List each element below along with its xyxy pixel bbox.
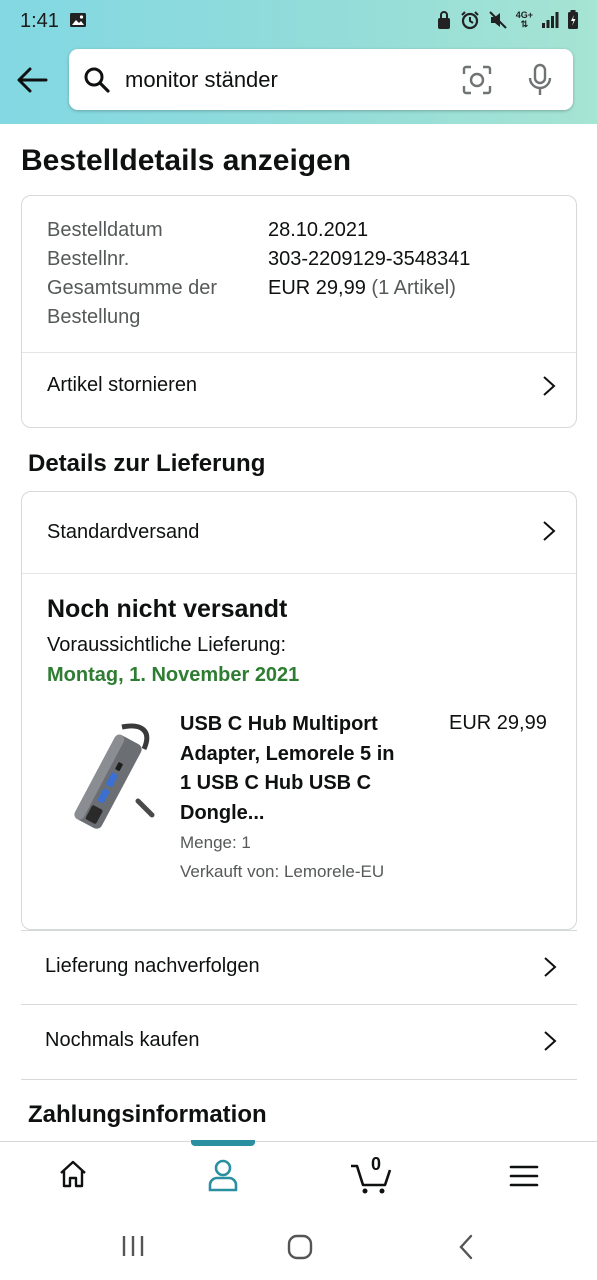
product-title[interactable]: USB C Hub Multiport Adapter, Lemorele 5 … bbox=[180, 710, 430, 828]
cancel-items-row[interactable]: Artikel stornieren bbox=[22, 353, 576, 427]
product-title-line: Dongle... bbox=[180, 801, 265, 824]
order-date-value: 28.10.2021 bbox=[268, 219, 369, 241]
active-tab-indicator bbox=[191, 1140, 255, 1146]
home-button-icon[interactable] bbox=[287, 1234, 313, 1260]
product-title-line: Adapter, Lemorele 5 in bbox=[180, 742, 395, 765]
gallery-notification-icon bbox=[70, 13, 86, 27]
buy-again-row[interactable]: Nochmals kaufen bbox=[21, 1004, 577, 1080]
order-total-amount: EUR 29,99 bbox=[268, 277, 366, 299]
shipping-method-label: Standardversand bbox=[47, 521, 200, 543]
camera-search-icon[interactable] bbox=[462, 65, 492, 95]
microphone-icon[interactable] bbox=[527, 63, 553, 97]
delivery-card: Standardversand Noch nicht versandt Vora… bbox=[21, 491, 577, 930]
order-summary-card: Bestelldatum 28.10.2021 Bestellnr. 303-2… bbox=[21, 195, 577, 428]
search-icon bbox=[84, 67, 110, 93]
order-number-label: Bestellnr. bbox=[47, 248, 130, 270]
status-icons: 4G+ ⇅ bbox=[436, 10, 579, 30]
chevron-right-icon bbox=[544, 1031, 557, 1051]
track-delivery-row[interactable]: Lieferung nachverfolgen bbox=[21, 930, 577, 1005]
eta-label: Voraussichtliche Lieferung: bbox=[47, 634, 287, 656]
order-date-label: Bestelldatum bbox=[47, 219, 163, 241]
chevron-right-icon bbox=[544, 957, 557, 977]
mute-icon bbox=[489, 11, 507, 29]
data-arrows-icon: ⇅ bbox=[520, 19, 529, 29]
bottom-navigation: 0 bbox=[0, 1140, 597, 1212]
cart-button[interactable]: 0 bbox=[350, 1154, 394, 1194]
order-number-value: 303-2209129-3548341 bbox=[268, 248, 471, 270]
product-seller: Verkauft von: Lemorele-EU bbox=[180, 862, 385, 881]
status-time: 1:41 bbox=[20, 10, 59, 32]
page-title: Bestelldetails anzeigen bbox=[21, 144, 352, 177]
alarm-icon bbox=[461, 11, 479, 30]
order-item-count: (1 Artikel) bbox=[371, 277, 456, 299]
system-back-icon[interactable] bbox=[458, 1234, 474, 1260]
delivery-section-title: Details zur Lieferung bbox=[28, 450, 266, 477]
back-arrow-icon[interactable] bbox=[14, 62, 50, 98]
app-header: 1:41 4G+ ⇅ monitor ständer bbox=[0, 0, 597, 124]
alarm-lock-icon bbox=[437, 11, 450, 29]
track-delivery-label: Lieferung nachverfolgen bbox=[45, 955, 260, 977]
chevron-right-icon bbox=[543, 521, 556, 541]
signal-icon bbox=[542, 12, 559, 28]
order-total-label-line1: Gesamtsumme der bbox=[47, 277, 218, 299]
buy-again-label: Nochmals kaufen bbox=[45, 1029, 200, 1051]
search-bar[interactable]: monitor ständer bbox=[69, 49, 573, 110]
order-total-value: EUR 29,99 (1 Artikel) bbox=[268, 274, 456, 303]
chevron-right-icon bbox=[543, 376, 556, 396]
account-icon[interactable] bbox=[207, 1158, 239, 1192]
recent-apps-icon[interactable] bbox=[121, 1235, 145, 1257]
payment-section-title: Zahlungsinformation bbox=[28, 1101, 267, 1128]
network-type: 4G+ ⇅ bbox=[515, 10, 533, 29]
status-bar: 1:41 4G+ ⇅ bbox=[0, 0, 597, 44]
eta-date: Montag, 1. November 2021 bbox=[47, 664, 300, 686]
order-total-label-line2: Bestellung bbox=[47, 306, 141, 328]
cart-count: 0 bbox=[370, 1154, 381, 1174]
menu-icon[interactable] bbox=[509, 1164, 539, 1188]
system-navigation-bar bbox=[0, 1211, 597, 1280]
cancel-items-label: Artikel stornieren bbox=[47, 374, 198, 396]
product-title-line: USB C Hub Multiport bbox=[180, 713, 378, 735]
product-title-line: 1 USB C Hub USB C bbox=[180, 772, 372, 794]
home-icon[interactable] bbox=[57, 1158, 89, 1190]
shipment-status: Noch nicht versandt bbox=[47, 595, 288, 623]
shipping-method-row[interactable]: Standardversand bbox=[22, 492, 576, 573]
product-price: EUR 29,99 bbox=[449, 712, 547, 734]
battery-icon bbox=[568, 10, 578, 29]
product-quantity: Menge: 1 bbox=[180, 833, 251, 852]
card-divider bbox=[22, 573, 576, 574]
product-image[interactable] bbox=[52, 719, 162, 839]
search-input[interactable]: monitor ständer bbox=[125, 67, 278, 93]
